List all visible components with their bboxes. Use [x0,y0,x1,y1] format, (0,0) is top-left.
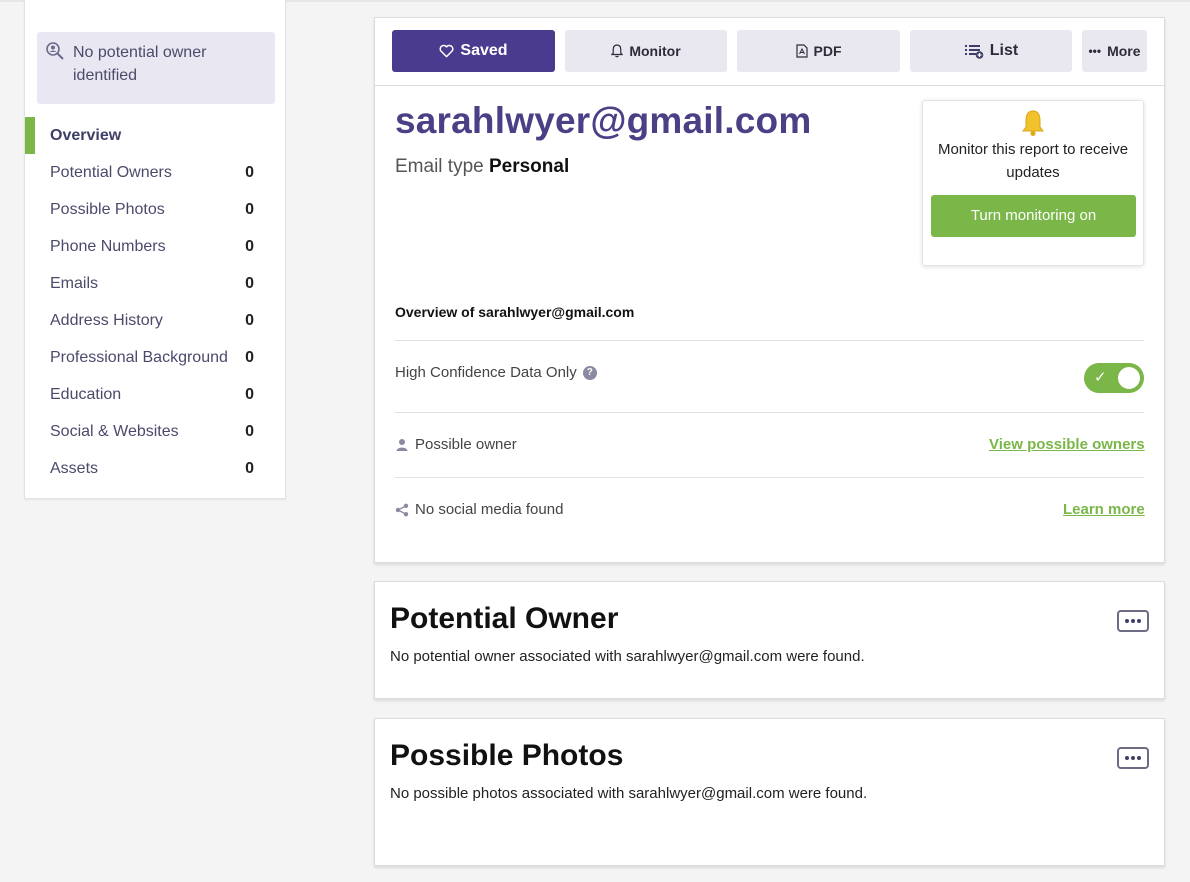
high-confidence-label: High Confidence Data Only [395,364,577,381]
high-confidence-toggle[interactable]: ✓ [1084,363,1144,393]
more-label: More [1107,43,1141,59]
section-options-button[interactable] [1117,747,1149,769]
possible-owner-row: Possible owner [395,436,517,453]
sidebar-item-label: Phone Numbers [50,238,166,255]
divider [395,340,1144,341]
monitor-label: Monitor [629,43,681,59]
share-icon [395,503,409,516]
sidebar-item-possible-photos[interactable]: Possible Photos 0 [25,191,287,228]
dot [1125,756,1129,760]
monitor-text: Monitor this report to receive updates [937,141,1129,181]
sidebar-item-education[interactable]: Education 0 [25,376,287,413]
toggle-knob [1118,367,1140,389]
high-confidence-row: High Confidence Data Only ? [395,364,597,381]
email-type-value: Personal [488,156,570,177]
sidebar-item-count: 0 [245,349,254,366]
sidebar-item-social-websites[interactable]: Social & Websites 0 [25,413,287,450]
more-button[interactable]: ••• More [1082,30,1147,72]
sidebar-item-count: 0 [245,460,254,477]
monitor-button[interactable]: Monitor [565,30,727,72]
overview-heading: Overview of sarahlwyer@gmail.com [395,304,635,320]
section-title: Possible Photos [390,739,624,772]
sidebar-item-potential-owners[interactable]: Potential Owners 0 [25,154,287,191]
dot [1131,756,1135,760]
section-text: No potential owner associated with sarah… [390,648,865,665]
possible-owner-label: Possible owner [415,436,517,453]
list-label: List [989,42,1019,59]
sidebar-item-label: Potential Owners [50,164,172,181]
sidebar-item-professional-background[interactable]: Professional Background 0 [25,339,287,376]
owner-notice-text: No potential owner identified [73,44,207,84]
pdf-button[interactable]: PDF [737,30,900,72]
sidebar-item-assets[interactable]: Assets 0 [25,450,287,487]
report-card: Saved Monitor PDF List ••• More sarahlwy… [374,17,1165,563]
person-icon [396,438,408,451]
sidebar-item-overview[interactable]: Overview [25,117,287,154]
list-button[interactable]: List [910,30,1072,72]
sidebar-item-count: 0 [245,275,254,292]
learn-more-link[interactable]: Learn more [1063,501,1145,518]
possible-photos-section: Possible Photos No possible photos assoc… [374,718,1165,866]
report-toolbar: Saved Monitor PDF List ••• More [375,18,1164,86]
dot [1131,619,1135,623]
sidebar-item-count: 0 [245,201,254,218]
sidebar-item-count: 0 [245,386,254,403]
sidebar-item-label: Social & Websites [50,423,179,440]
email-type: Email type Personal [395,156,569,178]
sidebar-item-emails[interactable]: Emails 0 [25,265,287,302]
section-options-button[interactable] [1117,610,1149,632]
sidebar-item-label: Professional Background [50,349,228,366]
sidebar-item-count: 0 [245,423,254,440]
sidebar-item-label: Address History [50,312,163,329]
divider [395,477,1144,478]
sidebar-item-phone-numbers[interactable]: Phone Numbers 0 [25,228,287,265]
help-icon[interactable]: ? [582,365,597,380]
pdf-label: PDF [813,43,842,59]
divider [395,412,1144,413]
check-icon: ✓ [1094,369,1107,386]
dot [1125,619,1129,623]
monitor-panel: Monitor this report to receive updates T… [922,100,1144,266]
sidebar-item-label: Assets [50,460,99,477]
section-title: Potential Owner [390,602,619,635]
more-dots-icon: ••• [1088,44,1102,58]
section-text: No possible photos associated with sarah… [390,785,868,802]
bell-icon [1022,110,1044,136]
sidebar-item-label: Emails [50,275,99,292]
saved-button[interactable]: Saved [392,30,555,72]
report-email-title: sarahlwyer@gmail.com [395,100,812,141]
saved-label: Saved [460,42,508,59]
social-row: No social media found [395,501,563,518]
heart-icon [439,44,454,58]
potential-owner-section: Potential Owner No potential owner assoc… [374,581,1165,699]
social-label: No social media found [415,501,564,518]
dot [1137,619,1141,623]
sidebar-item-label: Overview [50,127,122,144]
search-person-icon [46,42,64,60]
sidebar-item-count: 0 [245,312,254,329]
dot [1137,756,1141,760]
email-type-label: Email type [395,156,484,177]
sidebar-item-label: Education [50,386,122,403]
bell-icon [611,44,624,58]
turn-monitoring-on-button[interactable]: Turn monitoring on [931,195,1136,237]
sidebar-item-count: 0 [245,164,254,181]
sidebar-item-count: 0 [245,238,254,255]
view-possible-owners-link[interactable]: View possible owners [989,436,1145,453]
sidebar: No potential owner identified Overview P… [24,0,286,499]
pdf-file-icon [795,44,808,58]
sidebar-item-address-history[interactable]: Address History 0 [25,302,287,339]
owner-notice: No potential owner identified [37,32,275,104]
sidebar-item-label: Possible Photos [50,201,165,218]
add-to-list-icon [964,45,984,59]
